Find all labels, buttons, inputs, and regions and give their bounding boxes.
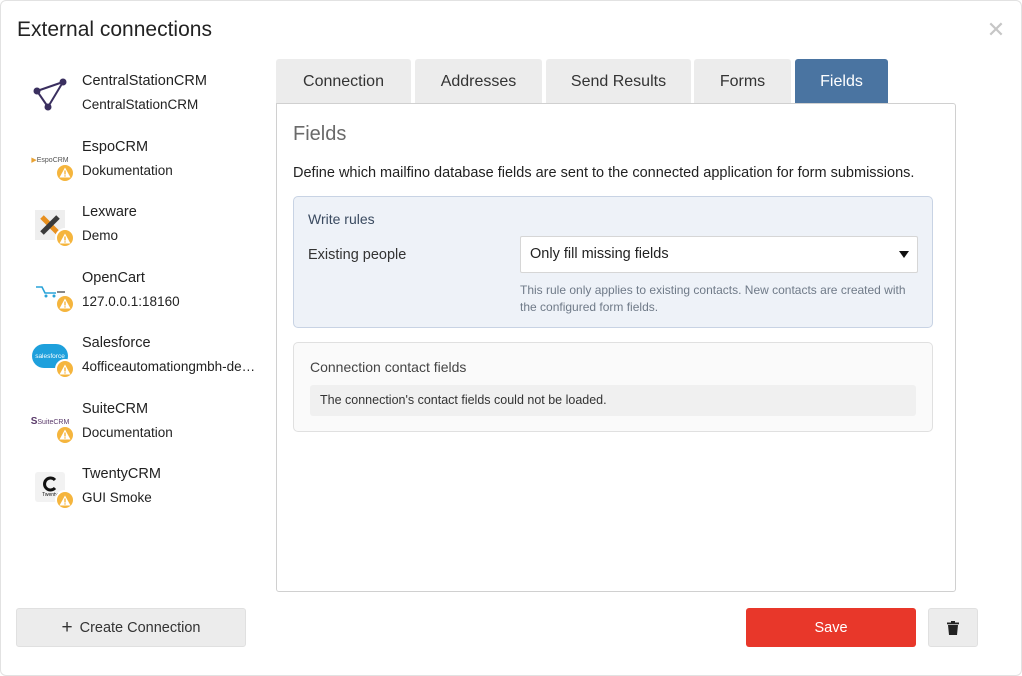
- write-rules-box: Write rules Existing people Only fill mi…: [293, 196, 933, 328]
- salesforce-logo-text: salesforce: [35, 352, 65, 360]
- warning-icon: [55, 293, 75, 314]
- connection-subtitle: 4officeautomationgmbh-dev-ed: [82, 359, 257, 374]
- connection-subtitle: 127.0.0.1:18160: [82, 293, 180, 309]
- connection-item-opencart[interactable]: OpenCart 127.0.0.1:18160: [17, 260, 257, 326]
- existing-people-select-value: Only fill missing fields: [530, 246, 669, 262]
- connection-name: CentralStationCRM: [82, 73, 207, 89]
- caret-down-icon: [899, 251, 909, 258]
- save-button[interactable]: Save: [746, 608, 916, 647]
- panel-title: Fields: [293, 123, 347, 145]
- tab-addresses[interactable]: Addresses: [415, 59, 542, 104]
- connection-item-lexware[interactable]: Lexware Demo: [17, 194, 257, 260]
- connection-subtitle: CentralStationCRM: [82, 97, 199, 112]
- fields-panel: Fields Define which mailfino database fi…: [276, 103, 956, 592]
- dialog-title: External connections: [17, 18, 212, 41]
- existing-people-label: Existing people: [308, 247, 407, 263]
- warning-icon: [55, 228, 75, 248]
- delete-button[interactable]: [928, 608, 978, 647]
- create-connection-button[interactable]: + Create Connection: [16, 608, 246, 647]
- tab-fields[interactable]: Fields: [795, 59, 888, 104]
- warning-icon: [55, 162, 75, 183]
- contact-fields-box: Connection contact fields The connection…: [293, 342, 933, 432]
- connection-item-espocrm[interactable]: ▶EspoCRM EspoCRM Dokumentation: [17, 129, 257, 195]
- connection-name: TwentyCRM: [82, 466, 161, 482]
- connection-name: Lexware: [82, 204, 137, 220]
- plus-icon: +: [61, 617, 73, 638]
- contact-fields-title: Connection contact fields: [310, 359, 467, 375]
- write-rules-hint: This rule only applies to existing conta…: [520, 283, 906, 314]
- contact-fields-message: The connection's contact fields could no…: [310, 385, 916, 416]
- panel-description: Define which mailfino database fields ar…: [293, 165, 915, 181]
- warning-icon: [55, 424, 75, 445]
- tab-forms[interactable]: Forms: [694, 59, 791, 104]
- connection-subtitle: Documentation: [82, 424, 173, 440]
- tab-connection[interactable]: Connection: [276, 59, 411, 104]
- connection-name: EspoCRM: [82, 138, 149, 155]
- connection-item-suitecrm[interactable]: SSuiteCRM SuiteCRM Documentation: [17, 391, 257, 457]
- connection-item-centralstationcrm[interactable]: CentralStationCRM CentralStationCRM: [17, 63, 257, 129]
- create-connection-label: Create Connection: [79, 619, 201, 636]
- warning-icon: [55, 359, 75, 379]
- connection-name: OpenCart: [82, 269, 145, 286]
- existing-people-select[interactable]: Only fill missing fields: [520, 236, 918, 273]
- connection-item-twentycrm[interactable]: Twenty TwentyCRM GUI Smoke: [17, 456, 257, 522]
- centralstation-logo: [31, 75, 69, 113]
- connection-subtitle: Dokumentation: [82, 162, 173, 178]
- external-connections-dialog: External connections ✕ CentralStationCRM…: [0, 0, 1022, 676]
- connection-name: SuiteCRM: [82, 400, 149, 417]
- trash-icon: [947, 620, 959, 635]
- tab-send-results[interactable]: Send Results: [546, 59, 691, 104]
- connection-name: Salesforce: [82, 335, 151, 351]
- write-rules-title: Write rules: [308, 211, 375, 227]
- connection-subtitle: Demo: [82, 228, 119, 243]
- warning-icon: [55, 490, 75, 510]
- connection-subtitle: GUI Smoke: [82, 490, 152, 505]
- connections-sidebar: CentralStationCRM CentralStationCRM ▶Esp…: [17, 63, 257, 522]
- connection-item-salesforce[interactable]: salesforce Salesforce 4officeautomationg…: [17, 325, 257, 391]
- close-icon[interactable]: ✕: [985, 19, 1007, 41]
